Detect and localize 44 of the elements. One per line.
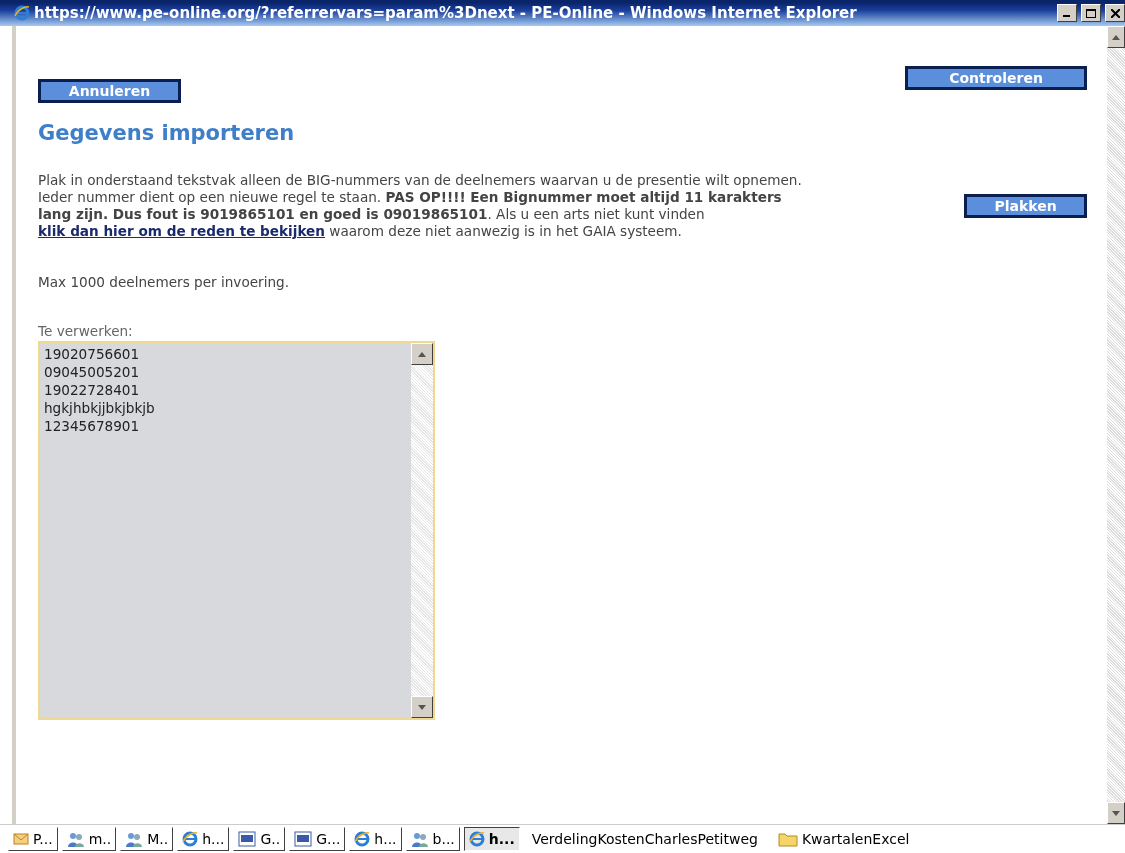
taskbar-button[interactable]: h... [349,827,402,851]
scroll-down-button[interactable] [411,696,433,718]
scroll-up-button[interactable] [1107,26,1125,48]
taskbar-button[interactable]: P... [8,827,58,851]
up-arrow-icon [1112,34,1120,40]
down-arrow-icon [1112,810,1120,816]
envelope-icon [13,832,29,846]
e-logo-icon [468,831,485,847]
field-label: Te verwerken: [38,323,133,339]
scroll-down-button[interactable] [1107,802,1125,824]
taskbar-button[interactable]: G... [289,827,346,851]
people-icon [410,831,429,847]
page-heading: Gegevens importeren [38,121,295,145]
close-button[interactable] [1105,4,1125,22]
up-arrow-icon [418,351,426,357]
people-icon [125,831,144,847]
taskbar-button[interactable]: b... [405,827,460,851]
taskbar-button[interactable]: m.. [61,827,117,851]
maximize-button[interactable] [1081,4,1101,22]
input-field[interactable]: 19020756601 09045005201 19022728401 hgkjhbkjjbkjbkjb 12345678901 [38,341,435,720]
page-scrollbar[interactable] [1107,26,1125,824]
scrollbar[interactable] [411,343,433,718]
taskbar-shortcut[interactable]: KwartalenExcel [769,827,918,851]
document-icon [294,831,313,847]
scroll-up-button[interactable] [411,343,433,365]
taskbar-button[interactable]: h... [463,827,520,851]
instruction-text: Plak in onderstaand tekstvak alleen de BIG-nummers van de deelnemers waarvan u de presentie wilt opnemen. Ieder nummer dient op een nieuwe regel te staan. PAS OP!!!! Een Bignummer moet altijd 11 karakters lang zijn. Dus fout is 9019865101 en goed is 09019865101. Als u een arts niet kunt vinden klik dan hier om de reden te bekijken waarom deze niet aanwezig is in het GAIA systeem. [38,172,803,240]
folder-icon [777,831,798,847]
e-logo-icon [14,5,30,21]
people-icon [66,831,85,847]
limit-note: Max 1000 deelnemers per invoering. [38,274,289,291]
close-icon [1110,8,1120,18]
window-title: https://www.pe-online.org/?referrervars=param%3Dnext - PE-Online - Windows Internet Explorer [34,4,858,22]
taskbar-shortcut[interactable]: VerdelingKostenCharlesPetitweg [523,827,766,851]
taskbar-button[interactable]: G.. [233,827,286,851]
maximize-icon [1086,8,1096,18]
down-arrow-icon [418,704,426,710]
document-icon [238,831,257,847]
e-logo-icon [182,831,199,847]
taskbar-button[interactable]: M.. [120,827,174,851]
minimize-button[interactable] [1057,4,1077,22]
reason-link[interactable]: klik dan hier om de reden te bekijken [38,223,325,239]
taskbar-button[interactable]: h... [177,827,230,851]
e-logo-icon [354,831,371,847]
